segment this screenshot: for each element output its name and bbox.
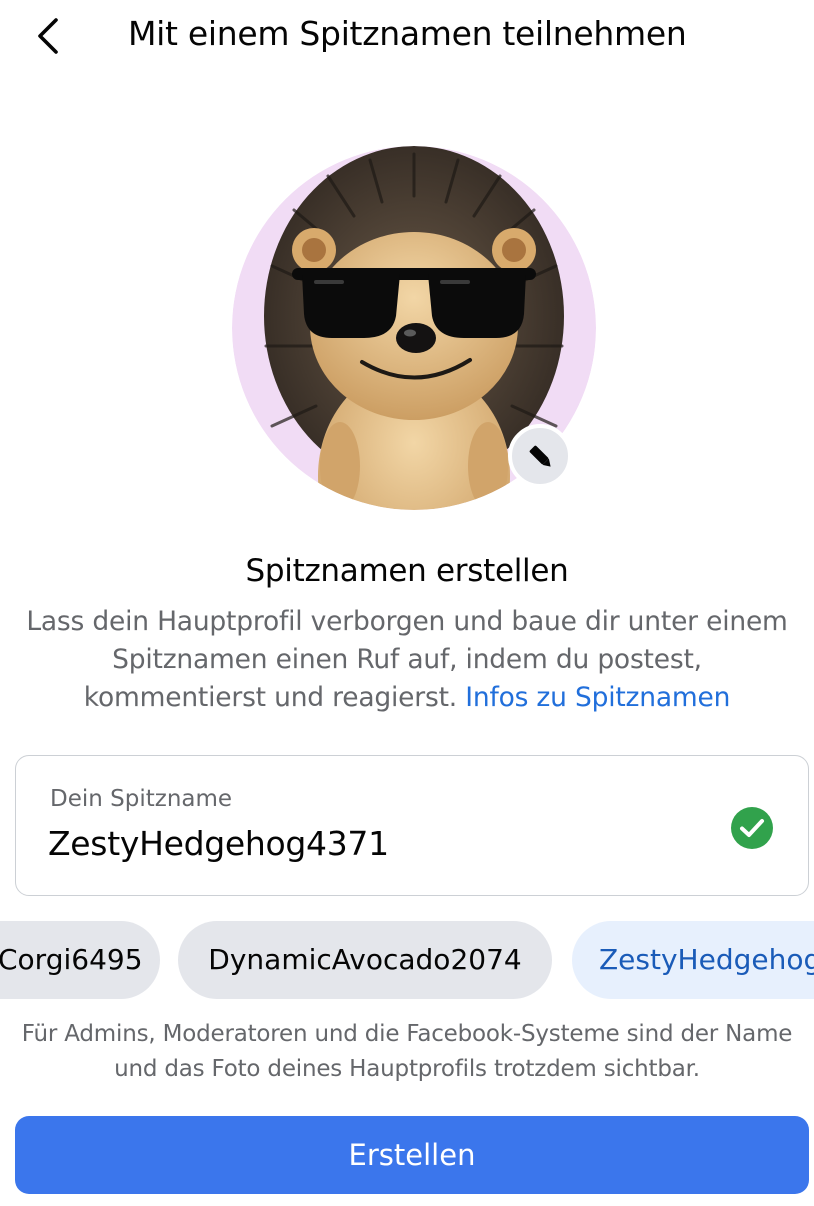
suggestion-chip[interactable]: Corgi6495 bbox=[0, 921, 160, 999]
edit-avatar-button[interactable] bbox=[508, 424, 572, 488]
nickname-field[interactable]: Dein Spitzname ZestyHedgehog4371 bbox=[15, 755, 809, 896]
top-bar: Mit einem Spitznamen teilnehmen bbox=[0, 0, 814, 72]
suggestion-chip-label: Corgi6495 bbox=[0, 943, 143, 976]
suggestion-chip-label: DynamicAvocado2074 bbox=[208, 943, 522, 976]
description-text: Lass dein Hauptprofil verborgen und baue… bbox=[20, 603, 794, 717]
nickname-suggestions[interactable]: Corgi6495 DynamicAvocado2074 ZestyHedgeh… bbox=[0, 921, 814, 999]
nickname-input[interactable]: ZestyHedgehog4371 bbox=[48, 824, 389, 863]
info-link[interactable]: Infos zu Spitznamen bbox=[465, 682, 730, 713]
avatar-container bbox=[232, 146, 596, 510]
pencil-icon bbox=[529, 445, 551, 467]
nickname-field-label: Dein Spitzname bbox=[50, 786, 233, 812]
section-title: Spitznamen erstellen bbox=[245, 553, 569, 589]
chevron-left-icon bbox=[38, 18, 58, 54]
visibility-note: Für Admins, Moderatoren und die Facebook… bbox=[21, 1021, 793, 1082]
suggestion-chip[interactable]: DynamicAvocado2074 bbox=[178, 921, 552, 999]
suggestion-chip-selected[interactable]: ZestyHedgehog4371 bbox=[572, 921, 814, 999]
page-title: Mit einem Spitznamen teilnehmen bbox=[128, 14, 687, 53]
create-button[interactable]: Erstellen bbox=[15, 1116, 809, 1194]
nickname-screen: Mit einem Spitznamen teilnehmen Spitznam… bbox=[0, 0, 814, 1206]
back-button[interactable] bbox=[22, 8, 78, 64]
suggestion-chip-label: ZestyHedgehog4371 bbox=[599, 943, 814, 976]
check-circle-icon bbox=[731, 807, 773, 849]
